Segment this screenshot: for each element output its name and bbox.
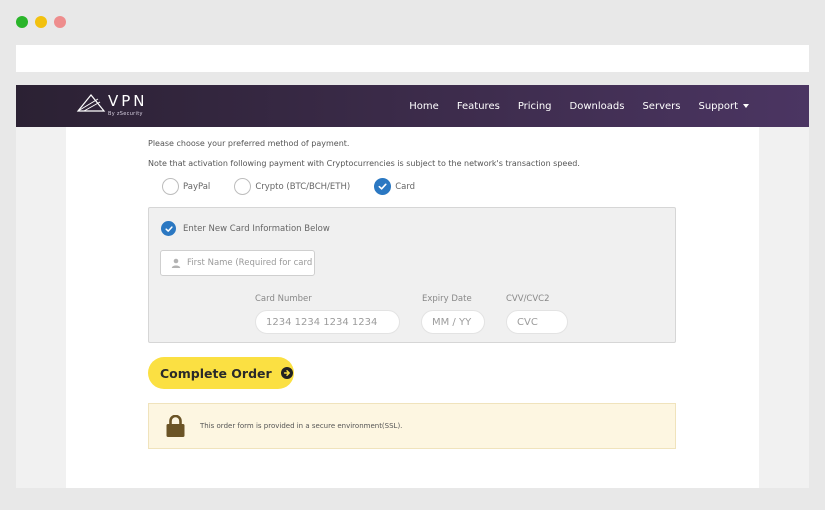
nav-item-features[interactable]: Features <box>457 101 500 112</box>
payment-method-paypal[interactable]: PayPal <box>162 178 210 195</box>
payment-intro-text: Please choose your preferred method of p… <box>148 139 350 148</box>
expiry-date-label: Expiry Date <box>422 294 472 304</box>
enter-new-card-option[interactable]: Enter New Card Information Below <box>161 221 330 236</box>
window-controls <box>16 16 66 28</box>
security-notice-text: This order form is provided in a secure … <box>200 422 403 430</box>
payment-method-crypto-label: Crypto (BTC/BCH/ETH) <box>255 181 351 192</box>
arrow-right-icon <box>280 367 293 379</box>
window-minimize-button[interactable] <box>35 16 47 28</box>
nav-item-support[interactable]: Support <box>698 101 749 112</box>
window-maximize-button[interactable] <box>16 16 28 28</box>
radio-checked-icon[interactable] <box>374 178 392 195</box>
main-nav: Home Features Pricing Downloads Servers … <box>409 85 749 127</box>
logo-mountain-icon <box>76 94 106 112</box>
payment-method-paypal-label: PayPal <box>183 181 211 192</box>
nav-item-servers[interactable]: Servers <box>642 101 680 112</box>
payment-method-crypto[interactable]: Crypto (BTC/BCH/ETH) <box>234 178 350 195</box>
card-number-label: Card Number <box>255 294 312 304</box>
card-details-panel: Enter New Card Information Below First N… <box>148 207 676 343</box>
payment-method-card[interactable]: Card <box>374 178 415 195</box>
order-form-panel: Please choose your preferred method of p… <box>66 127 759 488</box>
lock-icon <box>166 415 185 437</box>
cvv-label: CVV/CVC2 <box>506 294 550 304</box>
caret-down-icon <box>743 103 749 108</box>
security-notice: This order form is provided in a secure … <box>148 403 676 449</box>
page-viewport: VPN By zSecurity Home Features Pricing D… <box>16 85 809 488</box>
top-navbar: VPN By zSecurity Home Features Pricing D… <box>16 85 809 127</box>
radio-unchecked-icon[interactable] <box>162 178 179 195</box>
logo-text: VPN <box>108 92 148 110</box>
window-close-button[interactable] <box>54 16 66 28</box>
nav-item-pricing[interactable]: Pricing <box>518 101 552 112</box>
checkmark-icon[interactable] <box>161 221 176 236</box>
logo-subtext: By zSecurity <box>108 111 143 117</box>
nav-item-support-label: Support <box>698 100 738 112</box>
payment-method-group: PayPal Crypto (BTC/BCH/ETH) Card <box>162 178 439 195</box>
radio-unchecked-icon[interactable] <box>234 178 252 195</box>
payment-method-card-label: Card <box>395 181 416 192</box>
card-number-input[interactable]: 1234 1234 1234 1234 <box>255 310 400 334</box>
vpn-logo[interactable]: VPN By zSecurity <box>76 93 148 119</box>
first-name-placeholder: First Name (Required for card <box>187 258 313 268</box>
complete-order-label: Complete Order <box>160 365 272 381</box>
payment-note-text: Note that activation following payment w… <box>148 159 580 168</box>
address-bar[interactable] <box>16 45 809 72</box>
user-icon <box>171 258 181 268</box>
complete-order-button[interactable]: Complete Order <box>148 357 294 389</box>
nav-item-home[interactable]: Home <box>409 101 439 112</box>
enter-new-card-label: Enter New Card Information Below <box>183 223 330 234</box>
nav-item-downloads[interactable]: Downloads <box>570 101 625 112</box>
cvc-input[interactable]: CVC <box>506 310 568 334</box>
first-name-input[interactable]: First Name (Required for card <box>160 250 315 276</box>
expiry-date-input[interactable]: MM / YY <box>421 310 485 334</box>
